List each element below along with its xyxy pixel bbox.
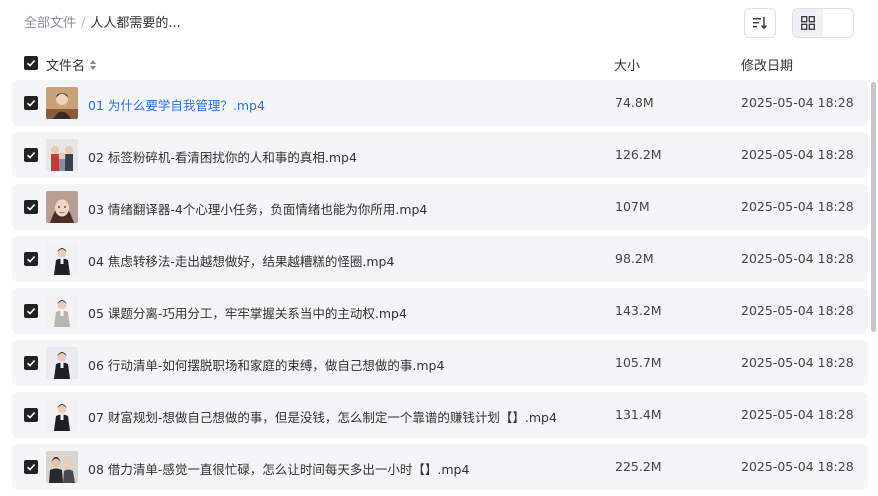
file-row[interactable]: 07 财富规划-想做自己想做的事，但是没钱，怎么制定一个靠谱的赚钱计划【】.mp… <box>12 392 868 438</box>
file-size: 74.8M <box>615 95 654 110</box>
file-row[interactable]: 03 情绪翻译器-4个心理小任务，负面情绪也能为你所用.mp4 107M 202… <box>12 184 868 230</box>
file-size: 225.2M <box>615 459 662 474</box>
file-name[interactable]: 05 课题分离-巧用分工，牢牢掌握关系当中的主动权.mp4 <box>88 303 407 322</box>
breadcrumb-separator: / <box>81 16 86 31</box>
file-date: 2025-05-04 18:28 <box>741 303 854 318</box>
file-date: 2025-05-04 18:28 <box>741 459 854 474</box>
file-row[interactable]: 04 焦虑转移法-走出越想做好，结果越糟糕的怪圈.mp4 98.2M 2025-… <box>12 236 868 282</box>
file-name[interactable]: 08 借力清单-感觉一直很忙碌，怎么让时间每天多出一小时【】.mp4 <box>88 459 469 478</box>
row-checkbox[interactable] <box>24 356 38 370</box>
file-size: 105.7M <box>615 355 662 370</box>
file-row[interactable]: 08 借力清单-感觉一直很忙碌，怎么让时间每天多出一小时【】.mp4 225.2… <box>12 444 868 490</box>
file-name[interactable]: 04 焦虑转移法-走出越想做好，结果越糟糕的怪圈.mp4 <box>88 251 394 270</box>
row-checkbox[interactable] <box>24 96 38 110</box>
check-icon <box>26 255 36 263</box>
video-thumbnail <box>46 191 78 223</box>
sort-icon <box>753 17 768 30</box>
file-size: 131.4M <box>615 407 662 422</box>
file-date: 2025-05-04 18:28 <box>741 251 854 266</box>
column-header-size[interactable]: 大小 <box>614 55 640 74</box>
file-size: 107M <box>615 199 650 214</box>
sort-arrows-icon <box>90 59 97 70</box>
row-checkbox[interactable] <box>24 252 38 266</box>
file-name[interactable]: 06 行动清单-如何摆脱职场和家庭的束缚，做自己想做的事.mp4 <box>88 355 444 374</box>
check-icon <box>26 411 36 419</box>
file-name[interactable]: 07 财富规划-想做自己想做的事，但是没钱，怎么制定一个靠谱的赚钱计划【】.mp… <box>88 407 557 426</box>
file-row[interactable]: 02 标签粉碎机-看清困扰你的人和事的真相.mp4 126.2M 2025-05… <box>12 132 868 178</box>
select-all-checkbox[interactable] <box>24 56 38 70</box>
file-list-header: 文件名 大小 修改日期 <box>0 50 878 78</box>
breadcrumb: 全部文件 / 人人都需要的... <box>24 14 181 34</box>
file-name[interactable]: 02 标签粉碎机-看清困扰你的人和事的真相.mp4 <box>88 147 357 166</box>
row-checkbox[interactable] <box>24 460 38 474</box>
file-date: 2025-05-04 18:28 <box>741 355 854 370</box>
file-size: 126.2M <box>615 147 662 162</box>
file-date: 2025-05-04 18:28 <box>741 95 854 110</box>
video-thumbnail <box>46 139 78 171</box>
top-bar: 全部文件 / 人人都需要的... <box>0 0 878 50</box>
video-thumbnail <box>46 87 78 119</box>
check-icon <box>26 463 36 471</box>
file-row[interactable]: 06 行动清单-如何摆脱职场和家庭的束缚，做自己想做的事.mp4 105.7M … <box>12 340 868 386</box>
check-icon <box>26 99 36 107</box>
file-list: 01 为什么要学自我管理？.mp4 74.8M 2025-05-04 18:28… <box>12 80 868 496</box>
video-thumbnail <box>46 399 78 431</box>
column-header-date[interactable]: 修改日期 <box>741 55 793 74</box>
file-row[interactable]: 01 为什么要学自我管理？.mp4 74.8M 2025-05-04 18:28 <box>12 80 868 126</box>
file-name[interactable]: 03 情绪翻译器-4个心理小任务，负面情绪也能为你所用.mp4 <box>88 199 427 218</box>
grid-view-icon <box>801 16 815 30</box>
video-thumbnail <box>46 295 78 327</box>
column-header-name[interactable]: 文件名 <box>46 55 97 74</box>
column-header-name-label: 文件名 <box>46 59 86 74</box>
file-name[interactable]: 01 为什么要学自我管理？.mp4 <box>88 95 265 114</box>
row-checkbox[interactable] <box>24 304 38 318</box>
file-date: 2025-05-04 18:28 <box>741 147 854 162</box>
sort-button[interactable] <box>744 8 776 38</box>
view-toggle <box>792 8 854 38</box>
row-checkbox[interactable] <box>24 200 38 214</box>
check-icon <box>26 307 36 315</box>
file-row[interactable]: 05 课题分离-巧用分工，牢牢掌握关系当中的主动权.mp4 143.2M 202… <box>12 288 868 334</box>
row-checkbox[interactable] <box>24 148 38 162</box>
check-icon <box>26 203 36 211</box>
video-thumbnail <box>46 451 78 483</box>
check-icon <box>26 359 36 367</box>
check-icon <box>26 59 36 67</box>
check-icon <box>26 151 36 159</box>
file-size: 98.2M <box>615 251 654 266</box>
vertical-scrollbar[interactable] <box>871 82 876 332</box>
video-thumbnail <box>46 243 78 275</box>
file-date: 2025-05-04 18:28 <box>741 199 854 214</box>
file-size: 143.2M <box>615 303 662 318</box>
file-date: 2025-05-04 18:28 <box>741 407 854 422</box>
video-thumbnail <box>46 347 78 379</box>
breadcrumb-root[interactable]: 全部文件 <box>24 16 76 31</box>
breadcrumb-current: 人人都需要的... <box>90 16 181 31</box>
grid-view-button[interactable] <box>793 9 823 37</box>
row-checkbox[interactable] <box>24 408 38 422</box>
